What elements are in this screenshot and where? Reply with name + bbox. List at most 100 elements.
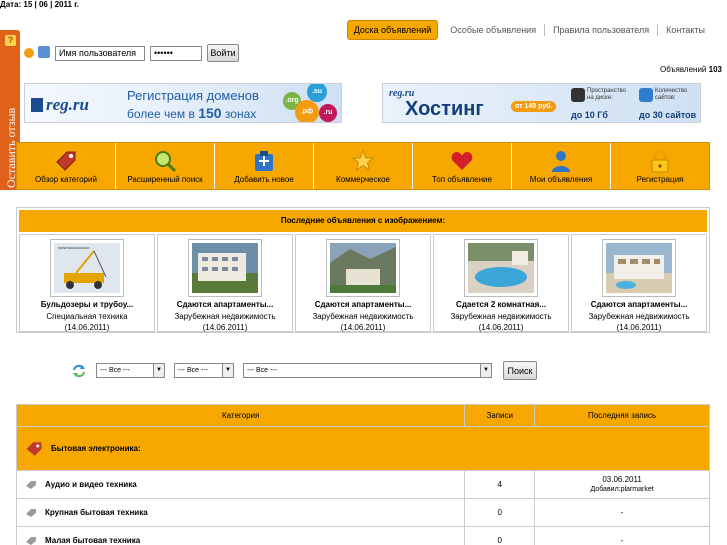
category-name[interactable]: Аудио и видео техника — [45, 480, 137, 489]
tag-icon — [56, 151, 76, 171]
star-icon — [351, 149, 375, 172]
ad-date: (14.06.2011) — [202, 323, 248, 332]
table-row[interactable]: Малая бытовая техника 0 - — [15, 526, 710, 545]
ad-category: Зарубежная недвижимость — [588, 312, 690, 321]
tag-icon — [26, 441, 42, 456]
ad-category: Зарубежная недвижимость — [174, 312, 276, 321]
price-badge: от 149 руб. — [511, 101, 557, 112]
ad-date: (14.06.2011) — [616, 323, 662, 332]
column-header-records: Записи — [464, 404, 536, 427]
latest-ad-card[interactable]: www.ssoooooooo Бульдозеры и трубоу... Сп… — [19, 234, 155, 332]
column-header-last-record: Последняя запись — [534, 404, 710, 427]
user-icon — [552, 151, 570, 172]
record-count: 4 — [464, 470, 536, 499]
ad-thumbnail[interactable] — [602, 239, 676, 297]
add-document-icon — [255, 151, 273, 171]
menu-item-my-ads[interactable]: Мои объявления — [512, 143, 611, 189]
ad-category: Специальная техника — [46, 312, 128, 321]
banner-headline: Регистрация доменов — [127, 88, 259, 103]
menu-item-registration[interactable]: Регистрация — [611, 143, 709, 189]
latest-ads-panel: Последние объявления с изображением: www… — [16, 207, 710, 333]
ad-title[interactable]: Сдаются апартаменты... — [296, 300, 430, 309]
categories-table: Категория Записи Последняя запись Бытова… — [15, 404, 710, 545]
ad-category: Зарубежная недвижимость — [312, 312, 414, 321]
sites-count-feature: Количество сайтов: до 30 сайтов — [639, 88, 697, 120]
small-tag-icon — [26, 508, 36, 517]
search-icon — [155, 151, 177, 173]
last-record: 03.06.2011 Добавил:plarmarket — [534, 470, 710, 499]
filter-bar: --- Все --- ▼ --- Все --- ▼ --- Все --- … — [72, 361, 537, 380]
nav-item-special[interactable]: Особые объявления — [442, 24, 544, 36]
top-navigation: Доска объявлений Особые объявления Прави… — [346, 20, 713, 40]
category-name[interactable]: Малая бытовая техника — [45, 536, 140, 545]
main-menu: Обзор категорий Расширенный поиск Добави… — [16, 142, 710, 190]
banner-subline: более чем в 150 зонах — [127, 105, 257, 121]
disk-icon — [571, 88, 585, 102]
small-tag-icon — [26, 480, 36, 489]
lock-icon — [651, 149, 669, 173]
latest-ad-card[interactable]: Сдаются апартаменты... Зарубежная недвиж… — [157, 234, 293, 332]
domain-dot: .ru — [319, 104, 337, 122]
domain-dots: .org .su .рф .ru — [281, 84, 341, 122]
ad-title[interactable]: Сдается 2 комнатная... — [434, 300, 568, 309]
username-input[interactable] — [55, 45, 145, 61]
login-form: Войти — [24, 44, 239, 62]
calendar-icon — [639, 88, 653, 102]
search-button[interactable]: Поиск — [503, 361, 537, 380]
ad-thumbnail[interactable] — [464, 239, 538, 297]
record-count: 0 — [464, 526, 536, 545]
latest-ad-card[interactable]: Сдаются апартаменты... Зарубежная недвиж… — [295, 234, 431, 332]
ad-thumbnail[interactable] — [326, 239, 400, 297]
domain-dot: .su — [307, 84, 327, 102]
chevron-down-icon: ▼ — [222, 364, 233, 377]
ad-category: Зарубежная недвижимость — [450, 312, 552, 321]
domain-dot: .рф — [295, 100, 319, 122]
menu-item-advanced-search[interactable]: Расширенный поиск — [116, 143, 215, 189]
column-header-category: Категория — [15, 404, 466, 427]
nav-item-rules[interactable]: Правила пользователя — [544, 24, 657, 36]
small-tag-icon — [26, 536, 36, 545]
ad-title[interactable]: Сдаются апартаменты... — [158, 300, 292, 309]
last-record: - — [534, 526, 710, 545]
ad-count-label: Объявлений — [659, 65, 707, 74]
ad-thumbnail[interactable]: www.ssoooooooo — [50, 239, 124, 297]
hosting-banner[interactable]: reg.ru Хостинг от 149 руб. Пространство … — [382, 83, 701, 123]
ad-title[interactable]: Бульдозеры и трубоу... — [20, 300, 154, 309]
banner-headline: Хостинг — [405, 98, 484, 120]
users-icon — [24, 46, 52, 60]
regru-logo: reg.ru — [31, 95, 89, 115]
latest-ads-title: Последние объявления с изображением: — [19, 210, 707, 232]
date-label: Дата: 15 | 06 | 2011 г. — [0, 0, 79, 9]
ad-title[interactable]: Сдаются апартаменты... — [572, 300, 706, 309]
menu-item-categories[interactable]: Обзор категорий — [17, 143, 116, 189]
menu-item-commercial[interactable]: Коммерческое — [314, 143, 413, 189]
menu-item-add-new[interactable]: Добавить новое — [215, 143, 314, 189]
question-icon: ? — [5, 35, 16, 46]
filter-select-3[interactable]: --- Все --- ▼ — [243, 363, 492, 378]
password-input[interactable] — [150, 45, 202, 61]
table-row[interactable]: Крупная бытовая техника 0 - — [15, 498, 710, 527]
ad-count-value: 103 — [708, 65, 722, 74]
category-group-title[interactable]: Бытовая электроника: — [51, 444, 141, 453]
chevron-down-icon: ▼ — [153, 364, 164, 377]
ad-date: (14.06.2011) — [478, 323, 524, 332]
heart-icon — [451, 152, 473, 170]
refresh-icon[interactable] — [72, 364, 86, 378]
ad-count: Объявлений 103 — [660, 65, 722, 74]
nav-item-contacts[interactable]: Контакты — [657, 24, 713, 36]
ad-thumbnail[interactable] — [188, 239, 262, 297]
latest-ad-card[interactable]: Сдается 2 комнатная... Зарубежная недвиж… — [433, 234, 569, 332]
filter-select-1[interactable]: --- Все --- ▼ — [96, 363, 165, 378]
latest-ad-card[interactable]: Сдаются апартаменты... Зарубежная недвиж… — [571, 234, 707, 332]
ad-date: (14.06.2011) — [340, 323, 386, 332]
nav-item-board[interactable]: Доска объявлений — [346, 20, 439, 40]
ad-date: (14.06.2011) — [64, 323, 110, 332]
category-name[interactable]: Крупная бытовая техника — [45, 508, 148, 517]
menu-item-top-ads[interactable]: Топ объявление — [413, 143, 512, 189]
login-button[interactable]: Войти — [207, 44, 239, 62]
table-row[interactable]: Аудио и видео техника 4 03.06.2011 Добави… — [15, 470, 710, 499]
chevron-down-icon: ▼ — [480, 364, 491, 377]
last-record: - — [534, 498, 710, 527]
domain-banner[interactable]: reg.ru Регистрация доменов более чем в 1… — [24, 83, 342, 123]
filter-select-2[interactable]: --- Все --- ▼ — [174, 363, 234, 378]
